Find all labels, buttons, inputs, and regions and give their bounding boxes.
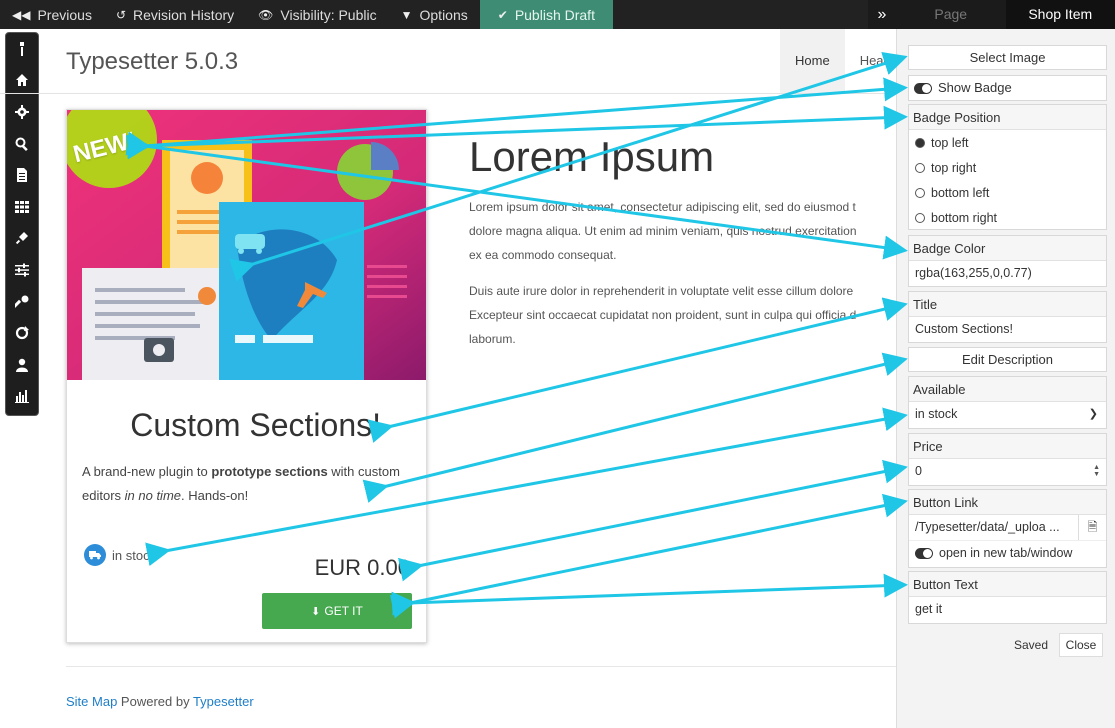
chevron-down-icon: ❯ (1088, 408, 1098, 420)
plug-icon[interactable] (6, 223, 38, 255)
header-divider (0, 93, 896, 94)
open-new-tab-toggle[interactable]: open in new tab/window (909, 540, 1106, 565)
button-link-label: Button Link (909, 490, 1106, 515)
title-input[interactable]: Custom Sections! (909, 317, 1106, 342)
main-nav: Home Headi (780, 29, 909, 93)
top-toolbar: ◀◀ Previous ↺ Revision History 👁 Visibility… (0, 0, 1115, 29)
available-select[interactable]: in stock ❯ (909, 402, 1106, 427)
radio-top-right[interactable]: top right (909, 155, 1106, 180)
badge-color-input[interactable]: rgba(163,255,0,0.77) (909, 261, 1106, 286)
previous-button[interactable]: ◀◀ Previous (0, 0, 104, 29)
select-image-button[interactable]: Select Image (908, 45, 1107, 70)
available-group: Available in stock ❯ (908, 376, 1107, 429)
price: EUR 0.00 (314, 555, 410, 580)
content-paragraph-1: Lorem ipsum dolor sit amet, consectetur … (469, 200, 857, 262)
pin-icon[interactable] (6, 33, 38, 65)
tab-page[interactable]: Page (896, 0, 1006, 29)
collapse-panel-icon[interactable]: » (868, 6, 896, 24)
editor-panel: Select Image Show Badge Badge Position t… (896, 29, 1115, 728)
button-text-input[interactable]: get it (909, 597, 1106, 622)
typesetter-link[interactable]: Typesetter (193, 694, 254, 709)
document-icon[interactable] (6, 159, 38, 191)
user-icon[interactable] (6, 349, 38, 381)
badge-color-label: Badge Color (909, 236, 1106, 261)
availability: in stock (84, 544, 156, 566)
close-button[interactable]: Close (1059, 633, 1103, 657)
toggle-on-icon (914, 83, 932, 95)
button-text-group: Button Text get it (908, 571, 1107, 624)
refresh-icon[interactable] (6, 317, 38, 349)
download-icon: ⬇ (311, 605, 321, 618)
arrow-description (362, 352, 908, 503)
panel-tabs: » Page Shop Item (868, 0, 1115, 29)
radio-unchecked-icon (915, 187, 925, 198)
badge-position-group: Badge Position top left top right bottom… (908, 104, 1107, 230)
content-heading: Lorem Ipsum (469, 133, 715, 180)
edit-description-button[interactable]: Edit Description (908, 347, 1107, 372)
check-icon: ✔ (497, 7, 508, 22)
title-group: Title Custom Sections! (908, 291, 1107, 343)
get-it-button[interactable]: ⬇ GET IT (262, 593, 412, 629)
nav-item-home[interactable]: Home (780, 29, 845, 93)
revision-history-button[interactable]: ↺ Revision History (104, 0, 246, 29)
tab-shop-item[interactable]: Shop Item (1005, 0, 1115, 29)
site-title[interactable]: Typesetter 5.0.3 (66, 48, 238, 76)
badge-color-group: Badge Color rgba(163,255,0,0.77) (908, 235, 1107, 287)
grid-icon[interactable] (6, 191, 38, 223)
price-input[interactable]: 0 ▲ ▼ (909, 459, 1106, 484)
radio-top-left[interactable]: top left (909, 130, 1106, 155)
show-badge-toggle[interactable]: Show Badge (908, 75, 1107, 101)
footer-divider (66, 666, 896, 667)
radio-unchecked-icon (915, 212, 925, 223)
arrow-button-text (391, 573, 908, 616)
availability-text: in stock (112, 547, 157, 563)
radio-unchecked-icon (915, 162, 925, 173)
button-link-input[interactable]: /Typesetter/data/_uploa ... 🗎 (909, 515, 1106, 540)
home-icon[interactable] (6, 65, 38, 97)
sitemap-link[interactable]: Site Map (66, 694, 117, 709)
radio-checked-icon (915, 137, 925, 148)
double-left-arrow-icon: ◀◀ (12, 7, 31, 22)
button-text-label: Button Text (909, 572, 1106, 597)
toggle-on-icon (915, 548, 933, 560)
number-stepper-icon[interactable]: ▲ ▼ (1093, 464, 1100, 478)
bar-chart-icon[interactable] (6, 381, 38, 413)
card-description: A brand-new plugin to prototype sections… (82, 464, 400, 503)
radio-bottom-right[interactable]: bottom right (909, 205, 1106, 230)
search-icon[interactable] (6, 128, 38, 160)
wrench-icon[interactable] (6, 286, 38, 318)
price-group: Price 0 ▲ ▼ (908, 433, 1107, 486)
available-label: Available (909, 377, 1106, 402)
admin-sidebar (5, 32, 39, 416)
badge-position-label: Badge Position (909, 105, 1106, 130)
arrow-button-link (389, 493, 908, 619)
visibility-button[interactable]: 👁 Visibility: Public (246, 0, 388, 29)
file-browse-icon[interactable]: 🗎 (1078, 515, 1106, 540)
sliders-icon[interactable] (6, 254, 38, 286)
footer: Site Map Powered by Typesetter (66, 694, 254, 709)
radio-bottom-left[interactable]: bottom left (909, 180, 1106, 205)
gear-icon[interactable] (6, 96, 38, 128)
publish-draft-button[interactable]: ✔ Publish Draft (479, 0, 613, 29)
saved-status: Saved (1014, 638, 1049, 652)
truck-icon (84, 544, 106, 566)
content-section[interactable]: Lorem Ipsum Lorem ipsum dolor sit amet, … (469, 133, 896, 363)
card-title: Custom Sections! (130, 407, 381, 443)
arrow-price (397, 459, 908, 582)
button-link-group: Button Link /Typesetter/data/_uploa ... 🗎… (908, 489, 1107, 568)
eye-icon: 👁 (258, 7, 274, 22)
shop-item-card[interactable]: NEW! Custom Sections! A brand-new plugin… (66, 109, 427, 643)
content-paragraph-2: Duis aute irure dolor in reprehenderit i… (469, 284, 857, 346)
title-label: Title (909, 292, 1106, 317)
options-button[interactable]: ▼ Options (389, 0, 480, 29)
price-label: Price (909, 434, 1106, 459)
history-icon: ↺ (115, 7, 126, 22)
chevron-down-icon: ▼ (400, 7, 413, 22)
